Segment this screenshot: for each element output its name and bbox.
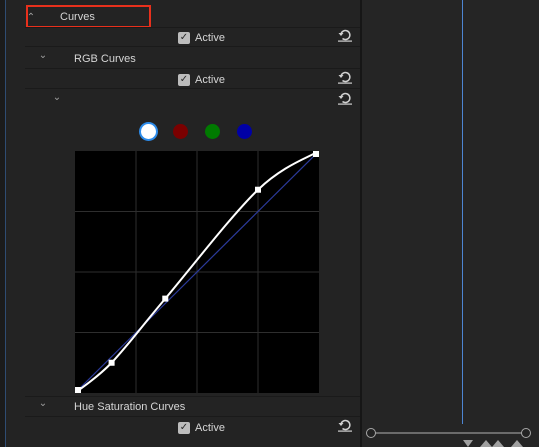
curve-control-point[interactable] bbox=[162, 295, 169, 302]
curve-control-point[interactable] bbox=[255, 186, 261, 193]
curve-control-point[interactable] bbox=[108, 359, 115, 366]
hue-sat-curves-twirl-icon[interactable]: ⌄ bbox=[37, 398, 49, 410]
rgb-curves-twirl-icon[interactable]: ⌄ bbox=[37, 50, 49, 62]
timeline-bottom-controls[interactable] bbox=[462, 439, 539, 447]
blue-channel-swatch[interactable] bbox=[237, 124, 252, 139]
row-divider bbox=[25, 46, 360, 47]
green-channel-swatch[interactable] bbox=[205, 124, 220, 139]
curve-graph-reset-icon[interactable] bbox=[338, 91, 352, 105]
curves-active-label: Active bbox=[195, 32, 225, 44]
curves-active-checkbox[interactable]: ✓ bbox=[178, 32, 190, 44]
master-channel-swatch[interactable] bbox=[141, 124, 156, 139]
highlight-annotation-box bbox=[26, 5, 151, 28]
row-divider bbox=[25, 27, 360, 28]
playhead-line[interactable] bbox=[462, 0, 463, 424]
toggle-audio-icon[interactable] bbox=[511, 440, 523, 447]
rgb-curves-label[interactable]: RGB Curves bbox=[74, 53, 136, 65]
hue-sat-curves-label[interactable]: Hue Saturation Curves bbox=[74, 401, 185, 413]
rgb-curves-active-label: Active bbox=[195, 74, 225, 86]
rgb-curves-active-checkbox[interactable]: ✓ bbox=[178, 74, 190, 86]
filter-icon[interactable] bbox=[463, 440, 473, 447]
hue-sat-active-label: Active bbox=[195, 422, 225, 434]
hue-sat-reset-icon[interactable] bbox=[338, 418, 352, 432]
scrollbar-track[interactable] bbox=[372, 432, 524, 434]
loop-icon[interactable] bbox=[492, 440, 504, 447]
curve-graph-twirl-icon[interactable]: ⌄ bbox=[51, 92, 63, 104]
curve-control-point[interactable] bbox=[75, 387, 81, 393]
play-only-icon[interactable] bbox=[480, 440, 492, 447]
timeline-zoom-scrollbar[interactable] bbox=[366, 428, 531, 438]
curve-graph[interactable] bbox=[74, 150, 320, 394]
scrollbar-left-handle[interactable] bbox=[366, 428, 376, 438]
curve-editor[interactable] bbox=[74, 150, 320, 394]
scrollbar-right-handle[interactable] bbox=[521, 428, 531, 438]
panel-focus-edge bbox=[5, 0, 6, 447]
red-channel-swatch[interactable] bbox=[173, 124, 188, 139]
row-divider bbox=[25, 68, 360, 69]
row-divider bbox=[25, 396, 360, 397]
row-divider bbox=[25, 416, 360, 417]
rgb-curves-reset-icon[interactable] bbox=[338, 70, 352, 84]
row-divider bbox=[25, 88, 360, 89]
hue-sat-active-checkbox[interactable]: ✓ bbox=[178, 422, 190, 434]
curves-reset-icon[interactable] bbox=[338, 28, 352, 42]
timeline-panel bbox=[362, 0, 539, 447]
curve-control-point[interactable] bbox=[313, 151, 319, 157]
